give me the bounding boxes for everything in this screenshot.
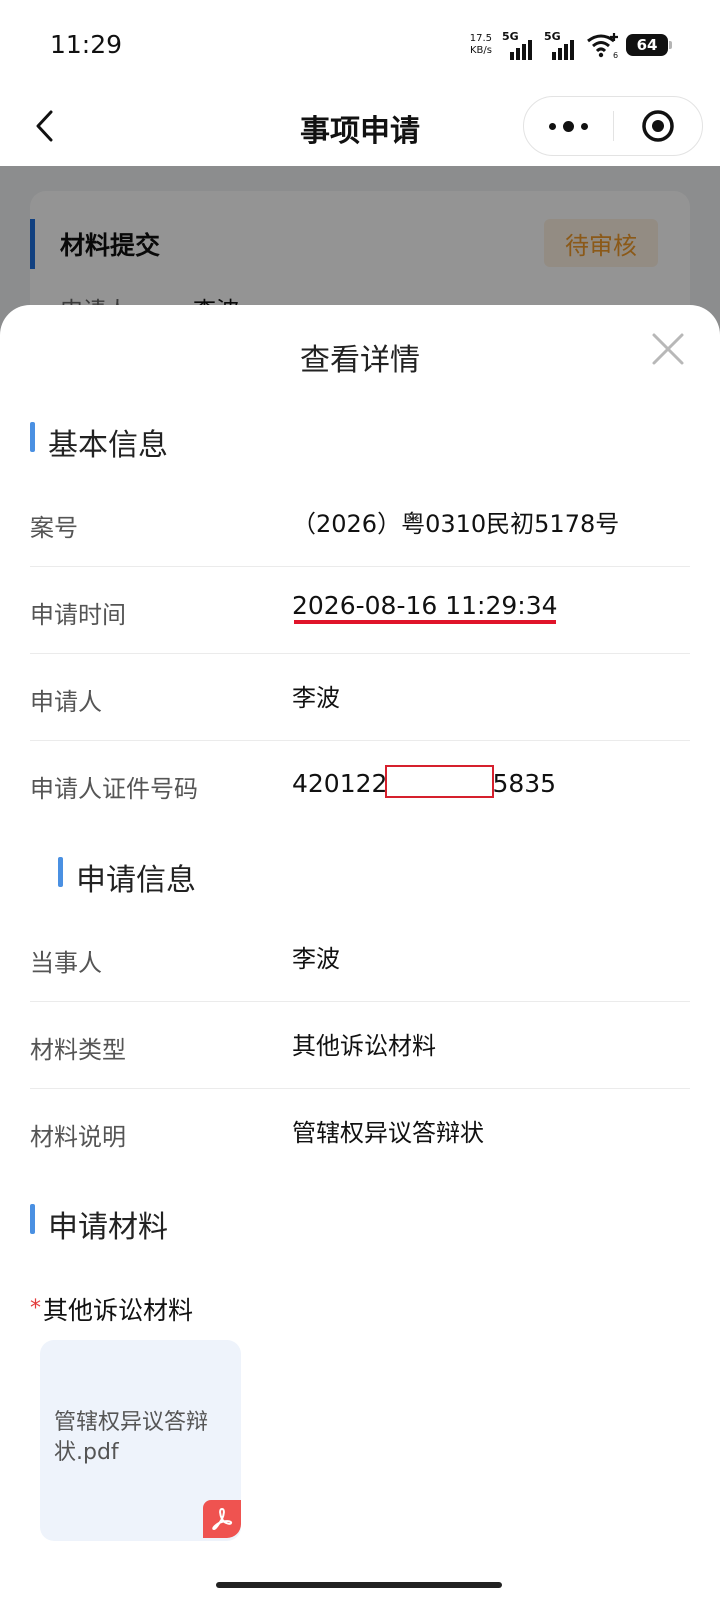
- info-label: 申请时间: [30, 601, 126, 629]
- miniprogram-capsule: [523, 96, 703, 156]
- material-category-label: *其他诉讼材料: [30, 1291, 193, 1327]
- apply-time-value: 2026-08-16 11:29:34: [292, 591, 558, 620]
- close-miniprogram-button[interactable]: [614, 97, 702, 155]
- target-icon: [642, 110, 674, 142]
- info-row-apply-time: 申请时间 2026-08-16 11:29:34: [30, 567, 690, 654]
- status-icons: 17.5 KB/s 5G 5G 6 64: [470, 28, 672, 62]
- info-label: 当事人: [30, 949, 102, 977]
- status-bar: 11:29 17.5 KB/s 5G 5G 6 64: [0, 0, 720, 88]
- more-button[interactable]: [524, 97, 613, 155]
- details-sheet: 查看详情 基本信息 案号 （2026）粤0310民初5178号 申请时间 202…: [0, 305, 720, 1600]
- home-indicator[interactable]: [216, 1582, 502, 1588]
- battery-level: 64: [636, 36, 658, 54]
- more-dots-icon: [549, 122, 556, 130]
- id-prefix: 420122: [292, 769, 388, 798]
- applicant-id-value: 420122 5835: [292, 765, 556, 798]
- material-type-value: 其他诉讼材料: [292, 1032, 436, 1060]
- wifi-icon: 6: [587, 33, 618, 59]
- pdf-icon: [203, 1500, 241, 1538]
- id-suffix: 5835: [492, 769, 557, 798]
- info-row-case-number: 案号 （2026）粤0310民初5178号: [30, 480, 690, 567]
- info-label: 材料说明: [30, 1123, 126, 1151]
- info-row-applicant: 申请人 李波: [30, 654, 690, 741]
- info-row-applicant-id: 申请人证件号码 420122 5835: [30, 741, 690, 828]
- info-label: 申请人: [30, 688, 102, 716]
- wifi-sub-label: 6: [613, 51, 618, 59]
- section-title-materials: 申请材料: [30, 1202, 168, 1246]
- highlight-underline: [294, 620, 556, 624]
- info-row-party: 当事人 李波: [30, 915, 690, 1002]
- applicant-value: 李波: [292, 684, 340, 712]
- material-category-text: 其他诉讼材料: [43, 1296, 194, 1325]
- file-name: 管辖权异议答辩状.pdf: [54, 1410, 209, 1465]
- info-label: 申请人证件号码: [30, 775, 198, 803]
- info-label: 案号: [30, 514, 78, 542]
- required-mark: *: [30, 1296, 41, 1321]
- signal-icon: 5G: [544, 30, 580, 60]
- info-row-material-type: 材料类型 其他诉讼材料: [30, 1002, 690, 1089]
- material-desc-value: 管辖权异议答辩状: [292, 1119, 484, 1147]
- network-speed: 17.5 KB/s: [470, 33, 492, 57]
- info-label: 材料类型: [30, 1036, 126, 1064]
- close-icon: [652, 333, 684, 365]
- info-row-material-desc: 材料说明 管辖权异议答辩状: [30, 1089, 690, 1176]
- close-button[interactable]: [648, 329, 688, 369]
- section-title-request-info: 申请信息: [58, 855, 196, 899]
- case-number-value: （2026）粤0310民初5178号: [292, 510, 620, 538]
- party-value: 李波: [292, 945, 340, 973]
- sheet-title: 查看详情: [300, 343, 420, 378]
- section-title-basic-info: 基本信息: [30, 420, 168, 464]
- status-time: 11:29: [50, 30, 123, 59]
- network-speed-unit: KB/s: [470, 45, 492, 56]
- network-speed-value: 17.5: [469, 33, 492, 44]
- file-card[interactable]: 管辖权异议答辩状.pdf: [40, 1340, 241, 1541]
- nav-bar: 事项申请: [0, 88, 720, 166]
- screen: 11:29 17.5 KB/s 5G 5G 6 64 事项申请 材料提交 待审核…: [0, 0, 720, 1600]
- signal-icon: 5G: [502, 30, 538, 60]
- redaction-box: [385, 765, 495, 798]
- battery-icon: 64: [626, 34, 672, 56]
